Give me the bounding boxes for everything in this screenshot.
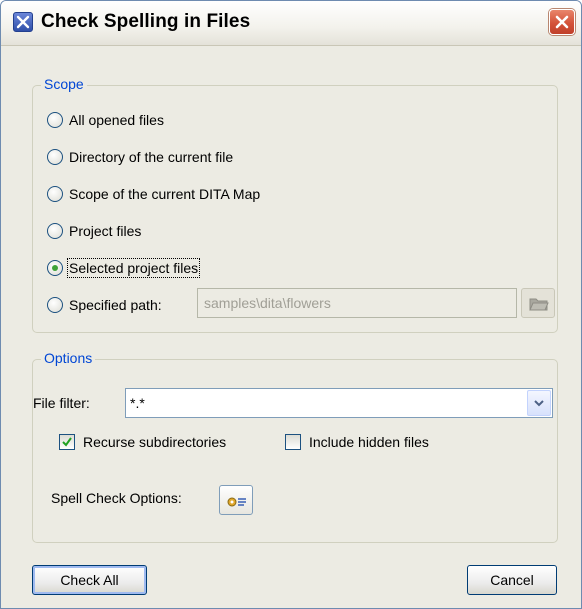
folder-icon [529,298,549,311]
close-icon [555,15,569,29]
dialog-window: Check Spelling in Files Scope All opened… [0,0,582,609]
radio-label: Scope of the current DITA Map [69,186,261,202]
chevron-down-icon [534,400,544,407]
radio-circle[interactable] [47,223,63,239]
radio-circle-selected[interactable] [47,260,63,276]
settings-gear-icon [227,497,246,507]
checkbox-box-checked[interactable] [59,434,75,450]
file-filter-dropdown-button[interactable] [527,390,551,416]
radio-label: Directory of the current file [69,149,234,165]
scope-legend: Scope [41,76,87,92]
specified-path-input[interactable]: samples\dita\flowers [197,288,517,318]
checkmark-icon [62,437,72,447]
radio-label: Project files [69,223,142,239]
file-filter-label: File filter: [33,395,90,411]
radio-circle[interactable] [47,112,63,128]
radio-scope-dita-map[interactable]: Scope of the current DITA Map [47,182,260,206]
checkbox-label: Include hidden files [309,434,429,450]
include-hidden-files-checkbox[interactable]: Include hidden files [285,431,429,453]
options-legend: Options [41,350,96,366]
browse-button[interactable] [521,288,555,318]
app-logo-icon [13,12,33,32]
radio-label: Selected project files [66,258,201,278]
file-filter-combo[interactable]: *.* [125,388,553,418]
radio-circle[interactable] [47,186,63,202]
spell-check-options-button[interactable] [219,485,253,515]
radio-label: Specified path: [69,297,162,313]
radio-label: All opened files [69,112,164,128]
spell-check-options-label: Spell Check Options: [51,490,182,506]
close-button[interactable] [549,9,575,35]
cancel-button[interactable]: Cancel [467,565,557,595]
checkbox-box[interactable] [285,434,301,450]
radio-project-files[interactable]: Project files [47,219,141,243]
window-title: Check Spelling in Files [41,11,251,32]
radio-specified-path[interactable]: Specified path: [47,293,162,317]
radio-selected-project-files[interactable]: Selected project files [47,256,201,280]
radio-circle[interactable] [47,149,63,165]
radio-all-opened-files[interactable]: All opened files [47,108,164,132]
checkbox-label: Recurse subdirectories [83,434,227,450]
radio-circle[interactable] [47,297,63,313]
file-filter-value[interactable]: *.* [130,395,145,411]
check-all-button[interactable]: Check All [32,565,147,595]
recurse-subdirectories-checkbox[interactable]: Recurse subdirectories [59,431,226,453]
radio-directory-current-file[interactable]: Directory of the current file [47,145,233,169]
title-bar[interactable]: Check Spelling in Files [1,1,581,46]
